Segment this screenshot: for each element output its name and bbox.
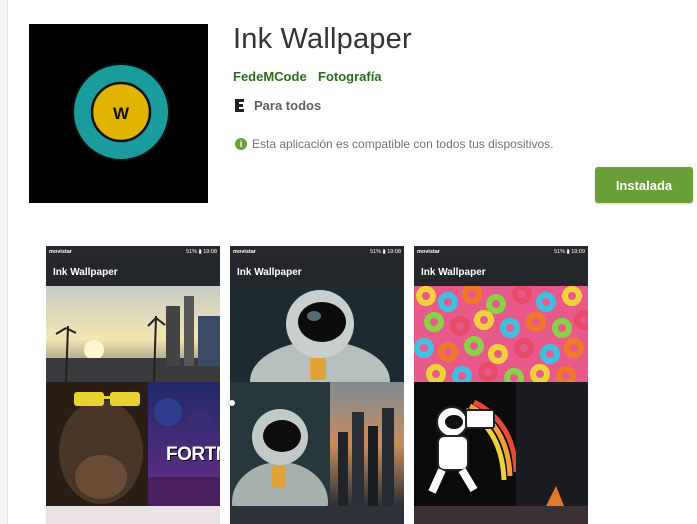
carrier-name: movistar (417, 249, 440, 255)
wallpaper-thumbnail[interactable] (414, 382, 516, 506)
content-rating-label: Para todos (254, 97, 322, 113)
battery-level: 51% (370, 249, 382, 255)
app-bar-title: Ink Wallpaper (53, 266, 118, 278)
screenshot-2[interactable]: movistar 51% ▮ 19:08 Ink Wallpaper (230, 246, 404, 524)
wallpaper-thumbnail[interactable] (230, 286, 404, 382)
install-button[interactable]: Instalada (595, 167, 693, 203)
category-link[interactable]: Fotografía (318, 69, 382, 84)
wallpaper-thumbnail[interactable] (516, 382, 588, 506)
screenshot-3[interactable]: movistar 51% ▮ 19:09 Ink Wallpaper (414, 246, 588, 524)
app-icon: W (29, 24, 208, 203)
wallpaper-thumbnail[interactable] (230, 382, 330, 506)
carrier-name: movistar (49, 249, 72, 255)
clock: 19:08 (203, 249, 217, 255)
app-bar-title: Ink Wallpaper (421, 266, 486, 278)
status-bar: movistar 51% ▮ 19:08 (46, 246, 220, 258)
developer-link[interactable]: FedeMCode (233, 69, 307, 84)
clock: 19:09 (571, 249, 585, 255)
app-bar: Ink Wallpaper (414, 258, 588, 286)
battery-level: 51% (186, 249, 198, 255)
compatibility-text: Esta aplicación es compatible con todos … (252, 137, 554, 151)
info-icon: i (235, 138, 247, 150)
fortnite-logo-text: FORTNI (166, 444, 220, 465)
wallpaper-thumbnail[interactable] (46, 506, 220, 524)
carousel-indicator[interactable] (229, 400, 235, 406)
wallpaper-thumbnail[interactable] (230, 506, 404, 524)
app-icon-letter: W (113, 104, 130, 123)
clock: 19:08 (387, 249, 401, 255)
everyone-rating-icon (233, 97, 247, 113)
app-bar: Ink Wallpaper (230, 258, 404, 286)
wallpaper-thumbnail[interactable] (46, 286, 220, 382)
content-rating: Para todos (233, 97, 321, 113)
app-bar-title: Ink Wallpaper (237, 266, 302, 278)
status-bar: movistar 51% ▮ 19:09 (414, 246, 588, 258)
wallpaper-thumbnail[interactable] (46, 382, 148, 506)
compatibility-notice: i Esta aplicación es compatible con todo… (235, 137, 554, 151)
status-bar: movistar 51% ▮ 19:08 (230, 246, 404, 258)
battery-level: 51% (554, 249, 566, 255)
app-title: Ink Wallpaper (233, 23, 412, 55)
wallpaper-thumbnail[interactable] (414, 286, 588, 382)
app-bar: Ink Wallpaper (46, 258, 220, 286)
carrier-name: movistar (233, 249, 256, 255)
screenshot-1[interactable]: movistar 51% ▮ 19:08 Ink Wallpaper FORT (46, 246, 220, 524)
wallpaper-thumbnail[interactable] (330, 382, 404, 506)
wallpaper-thumbnail[interactable] (414, 506, 588, 524)
